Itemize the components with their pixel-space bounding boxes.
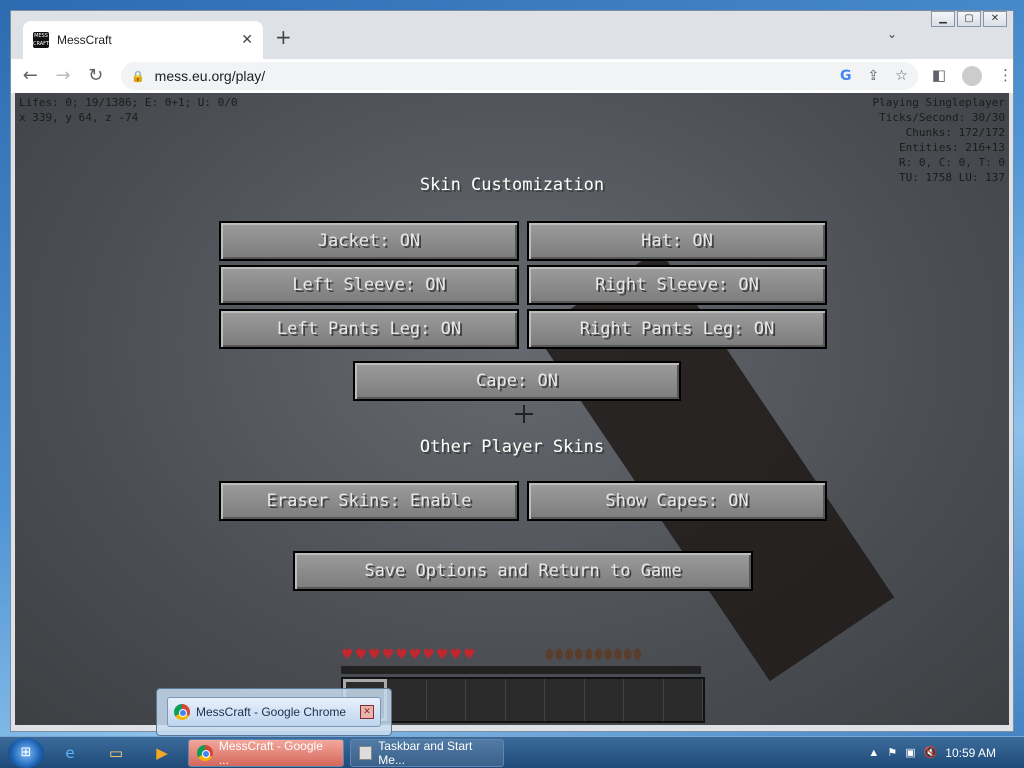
hunger-icon: ⬮ [633, 647, 642, 663]
save-options-button[interactable]: Save Options and Return to Game [293, 551, 753, 591]
taskbar-thumbnail-popup: MessCraft - Google Chrome ✕ [156, 688, 392, 736]
url-text: mess.eu.org/play/ [154, 68, 266, 84]
reload-icon[interactable]: ↻ [82, 62, 109, 90]
chrome-icon [197, 744, 213, 761]
heart-icon: ♥ [408, 647, 422, 663]
start-button[interactable]: ⊞ [8, 737, 44, 768]
right-sleeve-button[interactable]: Right Sleeve: ON [527, 265, 827, 305]
action-center-icon[interactable]: ⚑ [887, 746, 897, 759]
left-sleeve-button[interactable]: Left Sleeve: ON [219, 265, 519, 305]
experience-bar [341, 666, 701, 674]
taskbar-start-menu-properties-button[interactable]: Taskbar and Start Me... [350, 738, 504, 767]
hunger-icon: ⬮ [623, 647, 633, 663]
eraser-skins-button[interactable]: Eraser Skins: Enable [219, 481, 519, 521]
task-label: Taskbar and Start Me... [378, 738, 473, 767]
popup-title: MessCraft - Google Chrome [196, 705, 347, 719]
debug-info-right: Playing Singleplayer Ticks/Second: 30/30… [873, 95, 1005, 185]
right-pants-leg-button[interactable]: Right Pants Leg: ON [527, 309, 827, 349]
hotbar-slot [585, 679, 625, 721]
other-player-skins-title: Other Player Skins [419, 437, 605, 457]
hotbar-slot [664, 679, 703, 721]
internet-explorer-icon[interactable]: e [50, 739, 90, 767]
task-label: MessCraft - Google ... [218, 738, 323, 767]
debug-line: Ticks/Second: 30/30 [879, 111, 1005, 124]
hotbar-slot [427, 679, 467, 721]
properties-icon [359, 745, 373, 760]
heart-icon: ♥ [435, 647, 449, 663]
hat-button[interactable]: Hat: ON [527, 221, 827, 261]
address-bar[interactable]: 🔒 mess.eu.org/play/ G ⇪ ☆ [120, 62, 918, 90]
health-bar: ♥ ♥ ♥ ♥ ♥ ♥ ♥ ♥ ♥ ♥ [341, 647, 476, 663]
media-player-icon[interactable]: ▶ [142, 739, 182, 767]
tab-search-chevron-icon[interactable]: ⌄ [887, 27, 897, 41]
heart-icon: ♥ [422, 647, 435, 663]
bookmark-star-icon[interactable]: ☆ [895, 68, 908, 84]
heart-icon: ♥ [463, 647, 476, 663]
back-arrow-icon[interactable]: ← [17, 62, 44, 90]
menu-kebab-icon[interactable]: ⋮ [998, 66, 1013, 86]
share-icon[interactable]: ⇪ [868, 68, 880, 84]
volume-muted-icon[interactable]: 🔇 [924, 746, 938, 759]
google-icon[interactable]: G [840, 68, 852, 84]
file-explorer-icon[interactable]: ▭ [96, 739, 136, 767]
hunger-icon: ⬮ [603, 647, 613, 663]
heart-icon: ♥ [368, 647, 381, 663]
show-hidden-icons-icon[interactable]: ▲ [868, 747, 879, 759]
debug-line: Playing Singleplayer [872, 96, 1005, 109]
heart-icon: ♥ [341, 647, 354, 663]
tab-title: MessCraft [57, 33, 112, 47]
hunger-icon: ⬮ [564, 647, 574, 663]
messcraft-favicon-icon: MESS CRAFT [33, 32, 50, 48]
show-capes-button[interactable]: Show Capes: ON [527, 481, 827, 521]
hotbar-slot [387, 679, 427, 721]
left-pants-leg-button[interactable]: Left Pants Leg: ON [219, 309, 519, 349]
popup-close-icon[interactable]: ✕ [360, 705, 374, 719]
hunger-icon: ⬮ [584, 647, 593, 663]
tab-close-icon[interactable]: ✕ [241, 32, 253, 48]
hunger-icon: ⬮ [613, 647, 623, 663]
hotbar-slot [545, 679, 585, 721]
debug-line: Chunks: 172/172 [905, 126, 1005, 139]
debug-line: x 339, y 64, z -74 [19, 111, 139, 124]
system-tray: ▲ ⚑ ▣ 🔇 10:59 AM [868, 746, 1024, 760]
cape-button[interactable]: Cape: ON [353, 361, 681, 401]
hunger-icon: ⬮ [554, 647, 564, 663]
hotbar-slot [624, 679, 664, 721]
network-icon[interactable]: ▣ [905, 746, 915, 759]
hotbar [341, 677, 705, 723]
skin-customization-title: Skin Customization [419, 175, 605, 195]
hotbar-slot [466, 679, 506, 721]
debug-line: Lifes: 0; 19/1386; E: 0+1; U: 0/0 [19, 96, 238, 109]
hunger-icon: ⬮ [545, 647, 554, 663]
browser-window: ▁ ▢ ✕ MESS CRAFT MessCraft ✕ + ⌄ ← → ↻ 🔒… [10, 10, 1014, 732]
hunger-icon: ⬮ [593, 647, 603, 663]
forward-arrow-icon[interactable]: → [50, 62, 77, 90]
debug-line: Entities: 216+13 [899, 141, 1005, 154]
taskbar: ⊞ e ▭ ▶ MessCraft - Google ... Taskbar a… [0, 736, 1024, 768]
popup-chrome-window[interactable]: MessCraft - Google Chrome ✕ [167, 697, 381, 727]
new-tab-button[interactable]: + [275, 25, 292, 49]
taskbar-chrome-button[interactable]: MessCraft - Google ... [188, 738, 344, 767]
heart-icon: ♥ [395, 647, 408, 663]
tab-messcraft[interactable]: MESS CRAFT MessCraft ✕ [23, 21, 263, 59]
heart-icon: ♥ [449, 647, 463, 663]
hunger-bar: ⬮ ⬮ ⬮ ⬮ ⬮ ⬮ ⬮ ⬮ ⬮ ⬮ [545, 647, 642, 663]
crosshair-icon [515, 405, 533, 423]
side-panel-icon[interactable]: ◧ [932, 66, 946, 86]
heart-icon: ♥ [381, 647, 395, 663]
hotbar-slot [506, 679, 546, 721]
heart-icon: ♥ [354, 647, 368, 663]
browser-toolbar: ← → ↻ 🔒 mess.eu.org/play/ G ⇪ ☆ ◧ ⋮ [11, 59, 1013, 93]
lock-icon: 🔒 [130, 69, 145, 83]
debug-info-left: Lifes: 0; 19/1386; E: 0+1; U: 0/0 x 339,… [19, 95, 238, 125]
debug-line: R: 0, C: 0, T: 0 [899, 156, 1005, 169]
tab-strip: MESS CRAFT MessCraft ✕ + ⌄ [11, 11, 1013, 59]
jacket-button[interactable]: Jacket: ON [219, 221, 519, 261]
hunger-icon: ⬮ [574, 647, 584, 663]
clock[interactable]: 10:59 AM [945, 746, 996, 760]
chrome-icon [174, 704, 190, 720]
game-viewport[interactable]: Lifes: 0; 19/1386; E: 0+1; U: 0/0 x 339,… [15, 93, 1009, 725]
profile-avatar-icon[interactable] [962, 66, 982, 86]
